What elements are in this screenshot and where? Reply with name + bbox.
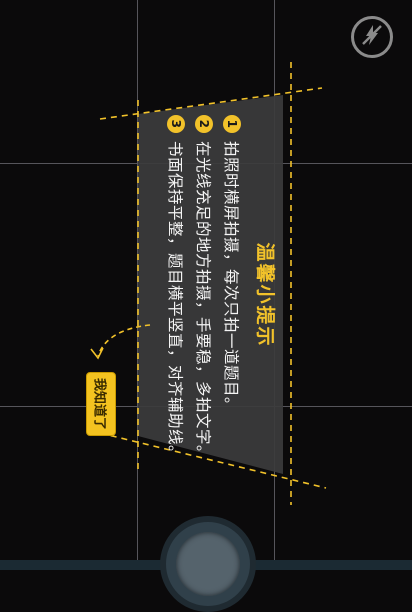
tips-overlay: 温馨小提示 1 拍照时横屏拍摄，每次只拍一道题目。 2 在光线充足的地方拍摄，手…: [0, 0, 412, 570]
tip-number-badge: 2: [195, 115, 213, 133]
shutter-inner-circle: [176, 532, 240, 596]
tip-item-1: 1 拍照时横屏拍摄，每次只拍一道题目。: [221, 115, 243, 475]
tip-text: 书面保持平整，题目横平竖直，对齐辅助线。: [166, 141, 184, 462]
tip-text: 在光线充足的地方拍摄，手要稳，多拍文字。: [194, 141, 212, 462]
tip-number-badge: 3: [167, 115, 185, 133]
tip-item-3: 3 书面保持平整，题目横平竖直，对齐辅助线。: [165, 115, 187, 475]
tip-item-2: 2 在光线充足的地方拍摄，手要稳，多拍文字。: [193, 115, 215, 475]
tip-text: 拍照时横屏拍摄，每次只拍一道题目。: [222, 141, 240, 414]
tip-number-badge: 1: [223, 115, 241, 133]
got-it-label: 我知道了: [91, 377, 107, 431]
tips-content: 温馨小提示 1 拍照时横屏拍摄，每次只拍一道题目。 2 在光线充足的地方拍摄，手…: [150, 115, 280, 475]
tips-title: 温馨小提示: [254, 242, 276, 348]
shutter-button[interactable]: [160, 516, 256, 612]
got-it-button[interactable]: 我知道了: [86, 372, 116, 436]
